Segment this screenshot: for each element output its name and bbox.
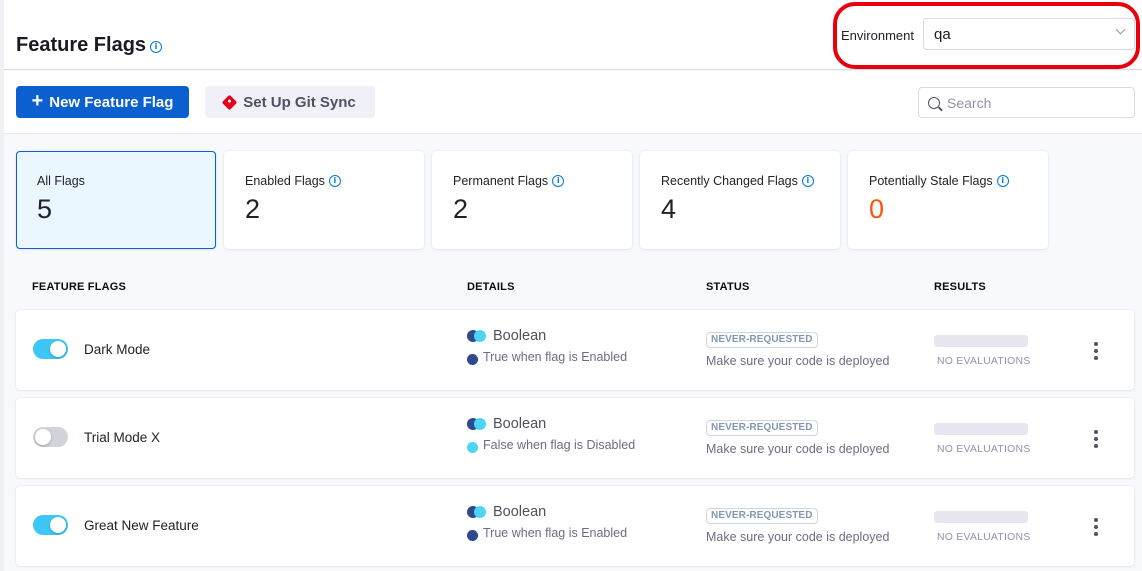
environment-value: qa: [934, 26, 951, 43]
more-options-icon[interactable]: [1090, 428, 1102, 448]
results-bar: [934, 335, 1028, 347]
search-box[interactable]: [918, 87, 1135, 118]
toolbar: + New Feature Flag Set Up Git Sync: [4, 71, 1142, 134]
status-text: Make sure your code is deployed: [706, 530, 890, 544]
table-row[interactable]: Great New Feature Boolean True when flag…: [16, 486, 1134, 566]
flag-toggle[interactable]: [33, 515, 68, 535]
info-icon[interactable]: i: [996, 175, 1009, 187]
table-row[interactable]: Dark Mode Boolean True when flag is Enab…: [16, 310, 1134, 390]
info-icon[interactable]: i: [150, 41, 163, 53]
info-icon[interactable]: i: [552, 175, 565, 187]
boolean-icon: [467, 330, 487, 342]
variation-text: True when flag is Enabled: [483, 350, 628, 364]
set-up-git-sync-label: Set Up Git Sync: [243, 93, 356, 111]
flag-toggle[interactable]: [33, 427, 68, 447]
info-icon[interactable]: i: [328, 175, 341, 187]
flag-name[interactable]: Great New Feature: [84, 518, 199, 533]
stat-card-value: 5: [37, 194, 53, 224]
status-badge: NEVER-REQUESTED: [706, 420, 818, 436]
flag-kind: Boolean: [493, 504, 547, 520]
status-badge: NEVER-REQUESTED: [706, 508, 818, 524]
stat-card-value: 0: [869, 194, 885, 224]
stat-card-label: Potentially Stale Flags i: [869, 174, 1009, 188]
variation-dot-icon: [467, 354, 478, 365]
info-icon[interactable]: i: [801, 175, 814, 187]
flag-name[interactable]: Trial Mode X: [84, 430, 160, 445]
results-bar: [934, 511, 1028, 523]
more-options-icon[interactable]: [1090, 516, 1102, 536]
git-icon: [221, 94, 238, 110]
stat-card-enabled-flags[interactable]: Enabled Flags i 2: [224, 151, 424, 249]
toggle-knob: [50, 517, 66, 533]
toggle-knob: [50, 341, 66, 357]
status-text: Make sure your code is deployed: [706, 442, 890, 456]
search-icon: [928, 96, 940, 109]
flag-kind: Boolean: [493, 416, 547, 432]
search-input[interactable]: [947, 94, 1117, 111]
set-up-git-sync-button[interactable]: Set Up Git Sync: [205, 86, 375, 118]
plus-icon: +: [31, 90, 44, 112]
flag-name[interactable]: Dark Mode: [84, 342, 150, 357]
stat-card-value: 2: [453, 194, 469, 224]
variation-text: False when flag is Disabled: [483, 438, 636, 452]
boolean-icon: [467, 506, 487, 518]
environment-select[interactable]: qa: [923, 18, 1135, 50]
results-text: NO EVALUATIONS: [937, 531, 1031, 543]
stat-label-text: Potentially Stale Flags: [869, 174, 993, 188]
stat-card-permanent-flags[interactable]: Permanent Flags i 2: [432, 151, 632, 249]
new-feature-flag-label: New Feature Flag: [49, 93, 174, 111]
stat-card-label: Recently Changed Flags i: [661, 174, 814, 188]
stat-card-all-flags[interactable]: All Flags 5: [16, 151, 216, 249]
results-text: NO EVALUATIONS: [937, 355, 1031, 367]
stat-label-text: Permanent Flags: [453, 174, 549, 188]
results-text: NO EVALUATIONS: [937, 443, 1031, 455]
stat-label-text: Enabled Flags: [245, 174, 325, 188]
page-title: Feature Flags i: [16, 34, 163, 57]
chevron-down-icon: [1115, 24, 1126, 35]
status-badge: NEVER-REQUESTED: [706, 332, 818, 348]
column-header-feature-flags[interactable]: FEATURE FLAGS: [32, 281, 126, 293]
new-feature-flag-button[interactable]: + New Feature Flag: [16, 86, 189, 118]
toggle-knob: [35, 429, 51, 445]
results-bar: [934, 423, 1028, 435]
flag-toggle[interactable]: [33, 339, 68, 359]
status-text: Make sure your code is deployed: [706, 354, 890, 368]
variation-dot-icon: [467, 442, 478, 453]
stat-card-label: Permanent Flags i: [453, 174, 565, 188]
stat-card-potentially-stale-flags[interactable]: Potentially Stale Flags i 0: [848, 151, 1048, 249]
boolean-icon: [467, 418, 487, 430]
stat-card-value: 4: [661, 194, 677, 224]
variation-dot-icon: [467, 530, 478, 541]
page-title-text: Feature Flags: [16, 34, 147, 56]
stat-card-recently-changed-flags[interactable]: Recently Changed Flags i 4: [640, 151, 840, 249]
column-header-status: STATUS: [706, 281, 750, 293]
stat-card-label: Enabled Flags i: [245, 174, 341, 188]
stat-label-text: Recently Changed Flags: [661, 174, 798, 188]
table-row[interactable]: Trial Mode X Boolean False when flag is …: [16, 398, 1134, 478]
environment-label: Environment: [841, 28, 914, 43]
column-header-details: DETAILS: [467, 281, 515, 293]
flag-kind: Boolean: [493, 328, 547, 344]
column-header-results: RESULTS: [934, 281, 986, 293]
stat-label-text: All Flags: [37, 174, 85, 188]
more-options-icon[interactable]: [1090, 340, 1102, 360]
stat-card-value: 2: [245, 194, 261, 224]
stat-card-label: All Flags: [37, 174, 85, 188]
variation-text: True when flag is Enabled: [483, 526, 628, 540]
